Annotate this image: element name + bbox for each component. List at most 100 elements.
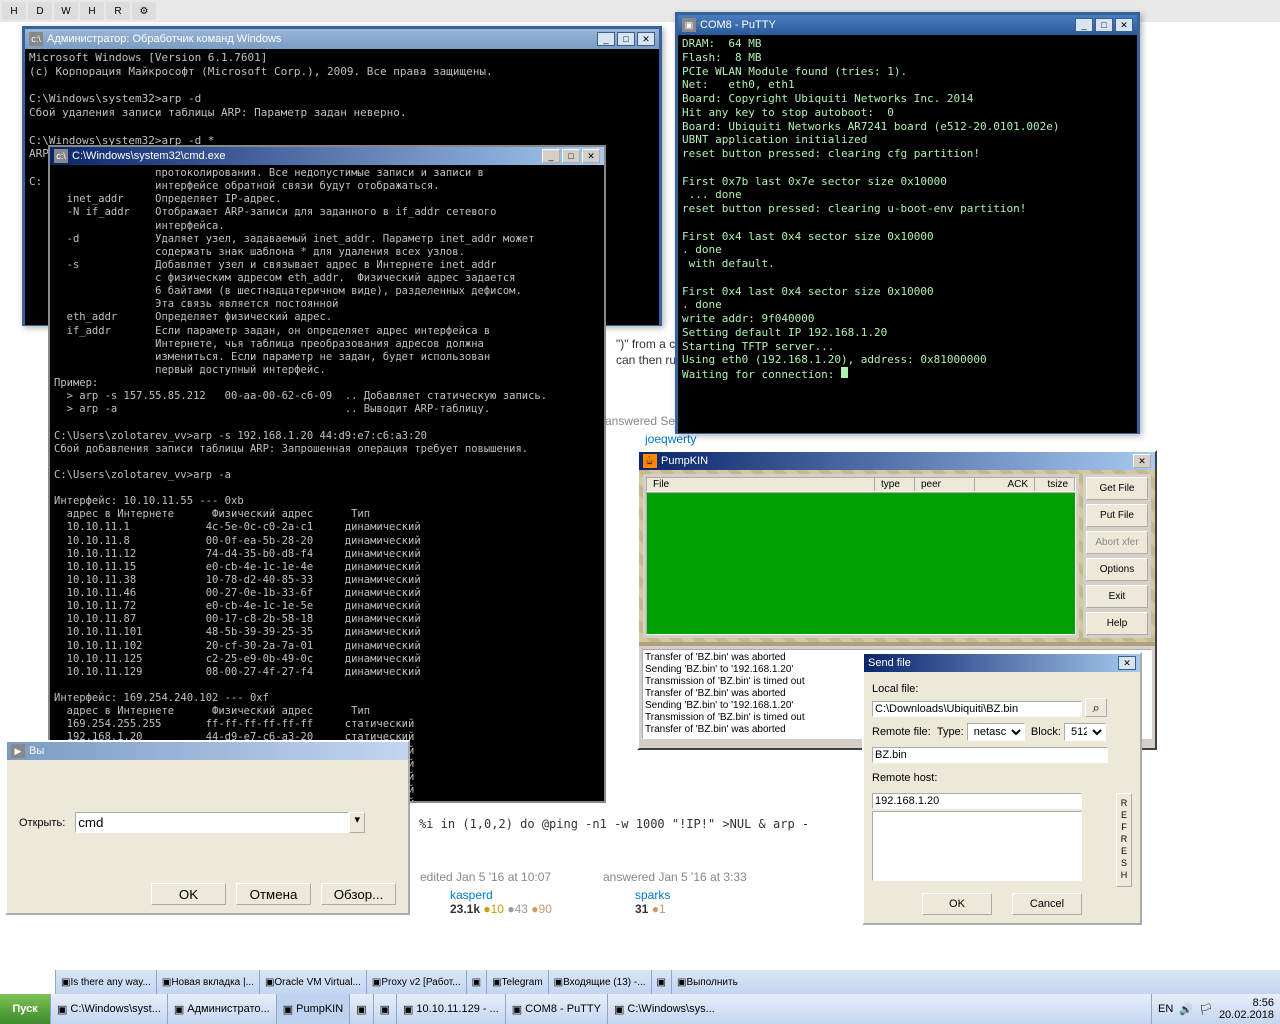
dialog-title: Send file — [868, 657, 1118, 669]
browse-button[interactable]: Обзор... — [321, 883, 396, 905]
taskbar-item[interactable]: ▣ C:\Windows\syst... — [50, 994, 167, 1024]
exit-button[interactable]: Exit — [1086, 585, 1148, 608]
refresh-button[interactable]: REFRESH — [1116, 793, 1132, 887]
bg-answered2: answered Jan 5 '16 at 3:33 — [603, 870, 747, 884]
close-button[interactable]: ✕ — [637, 32, 655, 46]
putty-icon: ▣ — [682, 18, 696, 32]
block-select[interactable]: 512 — [1064, 723, 1106, 741]
remote-host-input[interactable] — [872, 793, 1082, 809]
ok-button[interactable]: OK — [151, 883, 226, 905]
close-button[interactable]: ✕ — [1118, 656, 1136, 670]
tab-icon[interactable]: W — [54, 2, 78, 20]
taskbar-item[interactable]: ▣ PumpKIN — [276, 994, 349, 1024]
start-button[interactable]: Пуск — [0, 994, 50, 1024]
minimize-button[interactable]: _ — [542, 149, 560, 163]
clock-time[interactable]: 8:56 — [1219, 997, 1274, 1009]
language-indicator[interactable]: EN — [1158, 1003, 1173, 1015]
open-label: Открыть: — [19, 817, 65, 829]
tray-icon[interactable]: 🏳 — [1199, 1003, 1213, 1016]
bg-text: can then ru — [616, 353, 676, 367]
dialog-title: Вы — [29, 745, 404, 757]
transfer-list[interactable] — [646, 492, 1076, 635]
bg-user-sparks[interactable]: sparks — [635, 888, 670, 902]
taskbar-item[interactable]: ▣ Выполнить — [671, 970, 743, 994]
taskbar-item[interactable]: ▣ Oracle VM Virtual... — [259, 970, 366, 994]
run-icon: ▶ — [11, 744, 25, 758]
taskbar-item[interactable]: ▣ Входящие (13) -... — [548, 970, 651, 994]
cmd-icon: c:\ — [54, 149, 68, 163]
taskbar-item[interactable]: ▣ Новая вкладка |... — [156, 970, 259, 994]
abort-button: Abort xfer — [1086, 531, 1148, 554]
run-dialog[interactable]: ▶ Вы Открыть: ▾ OK Отмена Обзор... — [5, 740, 410, 915]
remote-host-label: Remote host: — [872, 772, 937, 784]
window-title: Администратор: Обработчик команд Windows — [47, 33, 597, 45]
bg-rep: 31 ●1 — [635, 902, 666, 916]
system-tray[interactable]: EN 🔊 🏳 8:56 20.02.2018 — [1151, 994, 1280, 1024]
bg-rep: 23.1k ●10 ●43 ●90 — [450, 902, 552, 916]
taskbar-item[interactable]: ▣ COM8 - PuTTY — [505, 994, 607, 1024]
local-file-input[interactable] — [872, 701, 1082, 717]
bg-user-kasperd[interactable]: kasperd — [450, 888, 493, 902]
local-file-label: Local file: — [872, 683, 918, 695]
taskbar-item[interactable]: ▣ C:\Windows\sys... — [607, 994, 721, 1024]
bg-text: ")" from a co — [616, 337, 682, 351]
remote-file-label: Remote file: — [872, 726, 931, 738]
put-file-button[interactable]: Put File — [1086, 504, 1148, 527]
taskbar-item[interactable]: ▣ — [466, 970, 486, 994]
bg-edited: edited Jan 5 '16 at 10:07 — [420, 870, 551, 884]
get-file-button[interactable]: Get File — [1086, 477, 1148, 500]
tab-icon[interactable]: D — [28, 2, 52, 20]
taskbar-row-2: ▣ Is there any way...▣ Новая вкладка |..… — [55, 970, 1280, 994]
tab-icon[interactable]: H — [2, 2, 26, 20]
taskbar-item[interactable]: ▣ — [373, 994, 396, 1024]
taskbar-item[interactable]: ▣ — [349, 994, 372, 1024]
tray-icon[interactable]: 🔊 — [1179, 1003, 1193, 1016]
window-title: C:\Windows\system32\cmd.exe — [72, 150, 542, 162]
run-input[interactable] — [75, 812, 349, 833]
taskbar-item[interactable]: ▣ Администрато... — [167, 994, 276, 1024]
block-label: Block: — [1031, 726, 1061, 738]
taskbar-item[interactable]: ▣ Proxy v2 [Работ... — [366, 970, 466, 994]
cancel-button[interactable]: Отмена — [236, 883, 311, 905]
cancel-button[interactable]: Cancel — [1012, 893, 1082, 915]
transfer-table-header: File type peer ACK tsize — [646, 477, 1076, 492]
taskbar-item[interactable]: ▣ Telegram — [486, 970, 548, 994]
close-button[interactable]: ✕ — [582, 149, 600, 163]
taskbar-item[interactable]: ▣ — [651, 970, 671, 994]
browse-icon[interactable]: ⌕ — [1085, 698, 1107, 717]
minimize-button[interactable]: _ — [597, 32, 615, 46]
putty-window[interactable]: ▣ COM8 - PuTTY _ □ ✕ DRAM: 64 MB Flash: … — [675, 12, 1140, 434]
maximize-button[interactable]: □ — [1095, 18, 1113, 32]
window-title: COM8 - PuTTY — [700, 19, 1075, 31]
putty-terminal[interactable]: DRAM: 64 MB Flash: 8 MB PCIe WLAN Module… — [678, 35, 1137, 433]
send-file-dialog[interactable]: Send file ✕ Local file: ⌕ Remote file: T… — [862, 652, 1142, 925]
cmd-terminal[interactable]: протоколирования. Все недопустимые запис… — [50, 165, 604, 801]
close-button[interactable]: ✕ — [1115, 18, 1133, 32]
taskbar-item[interactable]: ▣ 10.10.11.129 - ... — [396, 994, 505, 1024]
bg-answered: answered Sep — [605, 414, 682, 428]
ok-button[interactable]: OK — [922, 893, 992, 915]
tab-icon[interactable]: R — [106, 2, 130, 20]
cmd-window[interactable]: c:\ C:\Windows\system32\cmd.exe _ □ ✕ пр… — [48, 145, 606, 803]
host-list[interactable] — [872, 811, 1082, 881]
pumpkin-icon: 🎃 — [643, 454, 657, 468]
close-button[interactable]: ✕ — [1133, 454, 1151, 468]
dropdown-icon[interactable]: ▾ — [349, 812, 365, 833]
tab-icon[interactable]: H — [80, 2, 104, 20]
type-select[interactable]: netascii — [967, 723, 1025, 741]
help-button[interactable]: Help — [1086, 612, 1148, 635]
minimize-button[interactable]: _ — [1075, 18, 1093, 32]
maximize-button[interactable]: □ — [562, 149, 580, 163]
clock-date[interactable]: 20.02.2018 — [1219, 1009, 1274, 1021]
window-title: PumpKIN — [661, 455, 1133, 467]
taskbar-item[interactable]: ▣ Is there any way... — [55, 970, 156, 994]
cmd-icon: c:\ — [29, 32, 43, 46]
tab-icon[interactable]: ⚙ — [132, 2, 156, 20]
remote-file-input[interactable] — [872, 747, 1108, 763]
maximize-button[interactable]: □ — [617, 32, 635, 46]
bg-code: %i in (1,0,2) do @ping -n1 -w 1000 "!IP!… — [419, 817, 809, 831]
taskbar: Пуск ▣ C:\Windows\syst...▣ Администрато.… — [0, 994, 1280, 1024]
type-label: Type: — [937, 726, 964, 738]
bg-user-link[interactable]: joeqwerty — [645, 432, 696, 446]
options-button[interactable]: Options — [1086, 558, 1148, 581]
